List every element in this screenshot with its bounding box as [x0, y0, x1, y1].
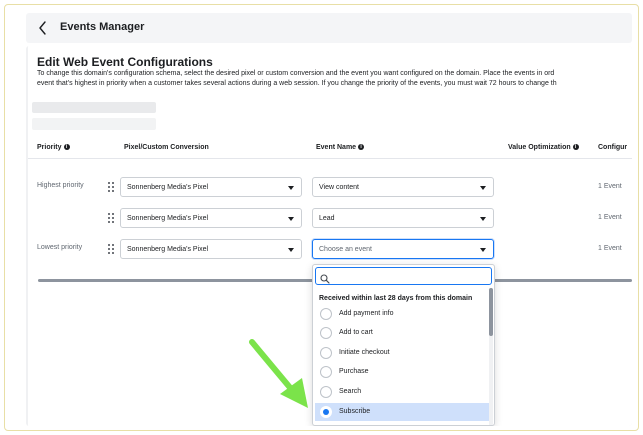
caret-down-icon: [480, 217, 486, 221]
event-option[interactable]: Purchase: [315, 363, 491, 381]
event-select-value: Lead: [319, 215, 335, 222]
caret-down-icon: [288, 248, 294, 252]
dropdown-scrollbar[interactable]: [489, 288, 493, 425]
event-option[interactable]: Initiate checkout: [315, 344, 491, 362]
info-icon[interactable]: i: [358, 144, 365, 151]
column-header-event-name: Event Name i: [316, 144, 365, 151]
column-header-label: Value Optimization: [508, 144, 571, 151]
caret-down-icon: [480, 248, 486, 252]
event-option[interactable]: Add to cart: [315, 324, 491, 342]
config-panel: Edit Web Event Configurations To change …: [28, 46, 632, 426]
info-icon[interactable]: i: [572, 144, 579, 151]
column-header-value-optimization: Value Optimization i: [508, 144, 579, 151]
scroll-thumb[interactable]: [489, 288, 493, 336]
pixel-select-value: Sonnenberg Media's Pixel: [127, 215, 209, 222]
info-icon[interactable]: i: [63, 144, 70, 151]
search-input[interactable]: [332, 270, 487, 283]
radio-button[interactable]: [320, 406, 332, 418]
radio-button[interactable]: [320, 366, 332, 378]
drag-handle-icon[interactable]: [108, 244, 114, 254]
redacted-block: [32, 102, 156, 113]
table-row: Highest priority Sonnenberg Media's Pixe…: [28, 177, 632, 197]
green-arrow-icon: [246, 338, 314, 412]
page-description: To change this domain's configuration sc…: [37, 69, 632, 89]
pixel-select[interactable]: Sonnenberg Media's Pixel: [120, 177, 302, 197]
option-label: Add payment info: [339, 310, 394, 317]
event-dropdown-menu: Received within last 28 days from this d…: [312, 264, 495, 426]
table-row: Sonnenberg Media's Pixel Lead 1 Event: [28, 208, 632, 228]
radio-button[interactable]: [320, 347, 332, 359]
table-row: Lowest priority Sonnenberg Media's Pixel…: [28, 239, 632, 259]
option-label: Purchase: [339, 368, 369, 375]
drag-handle-icon[interactable]: [108, 182, 114, 192]
pixel-select[interactable]: Sonnenberg Media's Pixel: [120, 239, 302, 259]
caret-down-icon: [288, 186, 294, 190]
column-header-label: Priority: [37, 144, 62, 151]
search-icon: [320, 271, 330, 284]
column-header-label: Event Name: [316, 144, 357, 151]
option-label: Add to cart: [339, 329, 373, 336]
event-select-value: Choose an event: [319, 246, 372, 253]
search-box: [315, 267, 492, 285]
pixel-select[interactable]: Sonnenberg Media's Pixel: [120, 208, 302, 228]
radio-button[interactable]: [320, 327, 332, 339]
redacted-block: [32, 118, 156, 130]
page-title: Edit Web Event Configurations: [37, 55, 213, 69]
event-select[interactable]: Choose an event: [312, 239, 494, 259]
configured-count: 1 Event: [598, 183, 622, 190]
section-label: Received within last 28 days from this d…: [319, 295, 473, 302]
event-option[interactable]: Subscribe: [315, 403, 491, 421]
option-label: Initiate checkout: [339, 349, 390, 356]
description-line: event that's highest in priority when a …: [37, 80, 557, 87]
option-label: Subscribe: [339, 408, 371, 415]
divider: [28, 158, 632, 159]
radio-button[interactable]: [320, 308, 332, 320]
column-header-pixel: Pixel/Custom Conversion: [124, 144, 209, 151]
event-select[interactable]: Lead: [312, 208, 494, 228]
table-header: Priority i Pixel/Custom Conversion Event …: [28, 142, 632, 156]
event-option[interactable]: Search: [315, 383, 491, 401]
priority-label: Highest priority: [37, 182, 84, 189]
column-header-priority: Priority i: [37, 144, 70, 151]
event-option[interactable]: Add payment info: [315, 305, 491, 323]
option-label: Search: [339, 388, 362, 395]
caret-down-icon: [288, 217, 294, 221]
caret-down-icon: [480, 186, 486, 190]
top-bar: Events Manager: [26, 13, 632, 43]
configured-count: 1 Event: [598, 245, 622, 252]
column-header-configured: Configur: [598, 144, 628, 151]
description-line: To change this domain's configuration sc…: [37, 70, 555, 77]
priority-label: Lowest priority: [37, 244, 83, 251]
pixel-select-value: Sonnenberg Media's Pixel: [127, 184, 209, 191]
configured-count: 1 Event: [598, 214, 622, 221]
config-card: Edit Web Event Configurations To change …: [26, 46, 632, 426]
event-select-value: View content: [319, 184, 359, 191]
pixel-select-value: Sonnenberg Media's Pixel: [127, 246, 209, 253]
event-select[interactable]: View content: [312, 177, 494, 197]
chevron-left-icon[interactable]: [36, 19, 50, 37]
drag-handle-icon[interactable]: [108, 213, 114, 223]
radio-button[interactable]: [320, 386, 332, 398]
app-title: Events Manager: [60, 21, 145, 33]
